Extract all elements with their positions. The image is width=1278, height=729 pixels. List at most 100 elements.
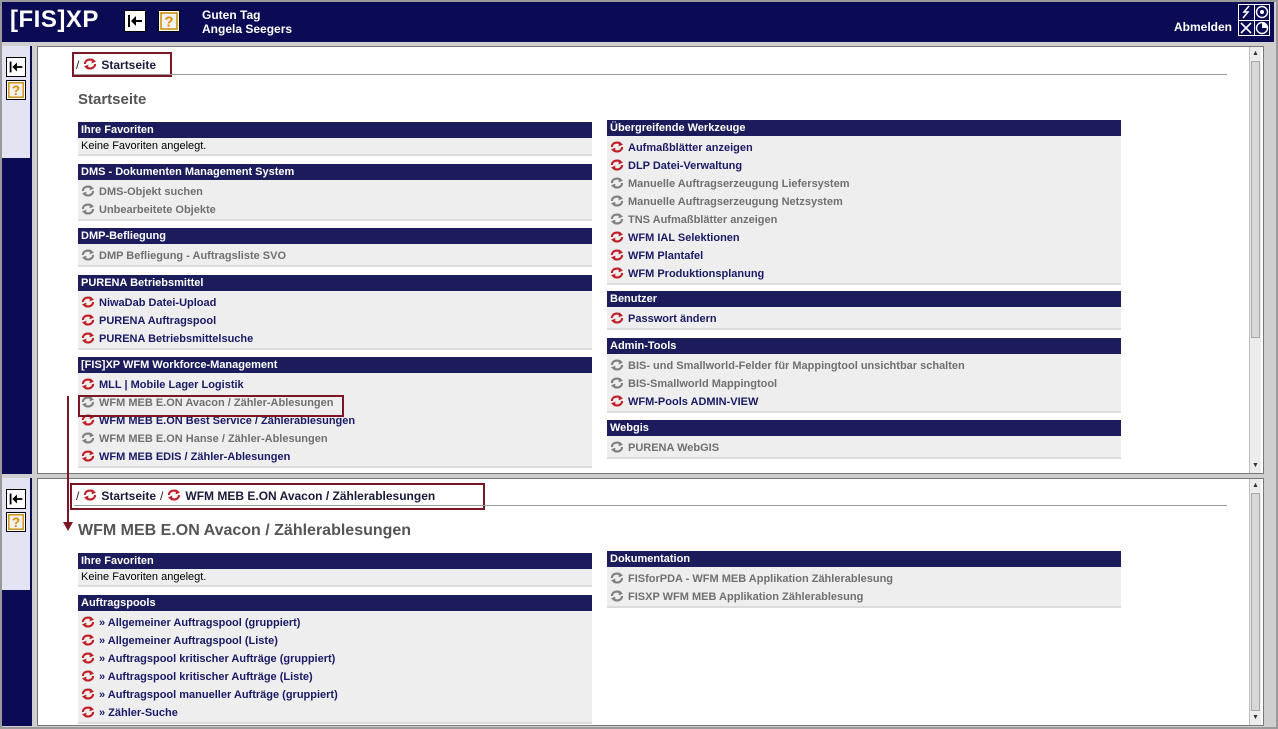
- highlight-box: [78, 395, 344, 417]
- menu-link[interactable]: WFM Produktionsplanung: [607, 265, 1121, 283]
- menu-link-label: PURENA Betriebsmittelsuche: [99, 333, 254, 345]
- section-body: FISforPDA - WFM MEB Applikation Zählerab…: [607, 567, 1121, 608]
- menu-link[interactable]: MLL | Mobile Lager Logistik: [78, 376, 592, 394]
- refresh-icon: [610, 394, 628, 410]
- section-auftragspools: Auftragspools» Allgemeiner Auftragspool …: [78, 595, 592, 724]
- section-header: Benutzer: [607, 291, 1121, 307]
- help-icon: ?: [8, 514, 24, 530]
- menu-link[interactable]: FISforPDA - WFM MEB Applikation Zählerab…: [607, 570, 1121, 588]
- refresh-icon: [610, 589, 628, 605]
- section-header: DMP-Befliegung: [78, 228, 592, 244]
- menu-link-label: Manuelle Auftragserzeugung Netzsystem: [628, 196, 843, 208]
- menu-link[interactable]: Unbearbeitete Objekte: [78, 201, 592, 219]
- menu-link[interactable]: » Zähler-Suche: [78, 704, 592, 722]
- menu-link-label: WFM IAL Selektionen: [628, 232, 740, 244]
- section-body: Keine Favoriten angelegt.: [78, 569, 592, 587]
- refresh-icon: [610, 571, 628, 587]
- refresh-icon: [610, 358, 628, 374]
- menu-link[interactable]: DMP Befliegung - Auftragsliste SVO: [78, 247, 592, 265]
- menu-link[interactable]: NiwaDab Datei-Upload: [78, 294, 592, 312]
- refresh-icon: [81, 313, 99, 329]
- menu-link[interactable]: WFM MEB EDIS / Zähler-Ablesungen: [78, 448, 592, 466]
- menu-link[interactable]: » Allgemeiner Auftragspool (Liste): [78, 632, 592, 650]
- help-button[interactable]: ?: [158, 10, 180, 32]
- section-body: DMP Befliegung - Auftragsliste SVO: [78, 244, 592, 267]
- scrollbar-thumb[interactable]: [1251, 493, 1260, 711]
- menu-link[interactable]: DMS-Objekt suchen: [78, 183, 592, 201]
- refresh-icon: [81, 633, 99, 649]
- menu-link[interactable]: BIS-Smallworld Mappingtool: [607, 375, 1121, 393]
- scrollbar-thumb[interactable]: [1251, 61, 1260, 338]
- menu-link[interactable]: WFM-Pools ADMIN-VIEW: [607, 393, 1121, 411]
- logout-link[interactable]: Abmelden: [1174, 20, 1232, 34]
- quick-tools: [1238, 4, 1270, 36]
- scrollbar[interactable]: ▲ ▼: [1249, 47, 1261, 473]
- side-nav-bottom: ?: [2, 478, 32, 726]
- menu-link-label: WFM Produktionsplanung: [628, 268, 765, 280]
- clock-icon[interactable]: [1254, 20, 1269, 35]
- refresh-icon: [610, 194, 628, 210]
- scroll-up-arrow[interactable]: ▲: [1250, 49, 1261, 59]
- section-header: Ihre Favoriten: [78, 122, 592, 138]
- scroll-up-arrow[interactable]: ▲: [1250, 481, 1261, 491]
- menu-link-label: » Auftragspool manueller Aufträge (grupp…: [99, 689, 338, 701]
- user-greeting: Guten Tag Angela Seegers: [202, 8, 292, 36]
- section-ihre-favoriten: Ihre Favoriten Keine Favoriten angelegt.: [78, 122, 592, 156]
- menu-link-label: MLL | Mobile Lager Logistik: [99, 379, 244, 391]
- close-cross-icon[interactable]: [1239, 20, 1254, 35]
- section-dokumentation: Dokumentation FISforPDA - WFM MEB Applika…: [607, 551, 1121, 608]
- menu-link[interactable]: BIS- und Smallworld-Felder für Mappingto…: [607, 357, 1121, 375]
- section-admin-tools: Admin-Tools BIS- und Smallworld-Felder fü…: [607, 338, 1121, 413]
- section-body: Passwort ändern: [607, 307, 1121, 330]
- refresh-icon: [81, 295, 99, 311]
- refresh-icon: [610, 440, 628, 456]
- annotation-arrow: [67, 396, 69, 526]
- menu-link-label: » Auftragspool kritischer Aufträge (List…: [99, 671, 313, 683]
- side-help-button[interactable]: ?: [6, 80, 26, 100]
- side-collapse-button[interactable]: [6, 489, 26, 509]
- menu-link[interactable]: WFM IAL Selektionen: [607, 229, 1121, 247]
- menu-link[interactable]: » Allgemeiner Auftragspool (gruppiert): [78, 614, 592, 632]
- refresh-icon: [81, 687, 99, 703]
- menu-link[interactable]: PURENA Auftragspool: [78, 312, 592, 330]
- app-header: [FIS]XP ? Guten Tag Angela Seegers Abmel…: [2, 2, 1274, 42]
- menu-link[interactable]: Manuelle Auftragserzeugung Netzsystem: [607, 193, 1121, 211]
- menu-link[interactable]: Aufmaßblätter anzeigen: [607, 139, 1121, 157]
- target-icon[interactable]: [1254, 5, 1269, 20]
- lightning-icon[interactable]: [1239, 5, 1254, 20]
- section-header: Dokumentation: [607, 551, 1121, 567]
- menu-link[interactable]: » Auftragspool manueller Aufträge (grupp…: [78, 686, 592, 704]
- collapse-left-icon: [128, 15, 142, 27]
- menu-link[interactable]: TNS Aufmaßblätter anzeigen: [607, 211, 1121, 229]
- section-bergreifende-werkzeuge: Übergreifende Werkzeuge Aufmaßblätter anz…: [607, 120, 1121, 285]
- scrollbar[interactable]: ▲ ▼: [1249, 479, 1261, 725]
- svg-text:?: ?: [164, 14, 173, 31]
- scroll-down-arrow[interactable]: ▼: [1250, 713, 1261, 723]
- side-collapse-button[interactable]: [6, 57, 26, 77]
- refresh-icon: [610, 158, 628, 174]
- menu-link[interactable]: » Auftragspool kritischer Aufträge (grup…: [78, 650, 592, 668]
- menu-link-label: TNS Aufmaßblätter anzeigen: [628, 214, 778, 226]
- menu-link[interactable]: PURENA Betriebsmittelsuche: [78, 330, 592, 348]
- section-dms-dokumenten-management-system: DMS - Dokumenten Management System DMS-Ob…: [78, 164, 592, 221]
- menu-link[interactable]: FISXP WFM MEB Applikation Zählerablesung: [607, 588, 1121, 606]
- menu-link[interactable]: Passwort ändern: [607, 310, 1121, 328]
- startseite-frame: / Startseite Startseite Ihre Favoriten Ke…: [37, 46, 1264, 474]
- menu-link-label: » Zähler-Suche: [99, 707, 178, 719]
- menu-link[interactable]: WFM MEB E.ON Hanse / Zähler-Ablesungen: [78, 430, 592, 448]
- collapse-nav-button[interactable]: [124, 10, 146, 32]
- menu-link[interactable]: DLP Datei-Verwaltung: [607, 157, 1121, 175]
- section-header: Ihre Favoriten: [78, 553, 592, 569]
- scroll-down-arrow[interactable]: ▼: [1250, 461, 1261, 471]
- section-body: Aufmaßblätter anzeigen DLP Datei-Verwaltu…: [607, 136, 1121, 285]
- side-help-button[interactable]: ?: [6, 512, 26, 532]
- menu-link[interactable]: PURENA WebGIS: [607, 439, 1121, 457]
- menu-link-label: FISXP WFM MEB Applikation Zählerablesung: [628, 591, 864, 603]
- section-body: DMS-Objekt suchen Unbearbeitete Objekte: [78, 180, 592, 221]
- menu-link-label: WFM-Pools ADMIN-VIEW: [628, 396, 759, 408]
- section-body: BIS- und Smallworld-Felder für Mappingto…: [607, 354, 1121, 413]
- menu-link[interactable]: Manuelle Auftragserzeugung Liefersystem: [607, 175, 1121, 193]
- menu-link[interactable]: WFM Plantafel: [607, 247, 1121, 265]
- menu-link[interactable]: » Auftragspool kritischer Aufträge (List…: [78, 668, 592, 686]
- divider: [74, 74, 1227, 75]
